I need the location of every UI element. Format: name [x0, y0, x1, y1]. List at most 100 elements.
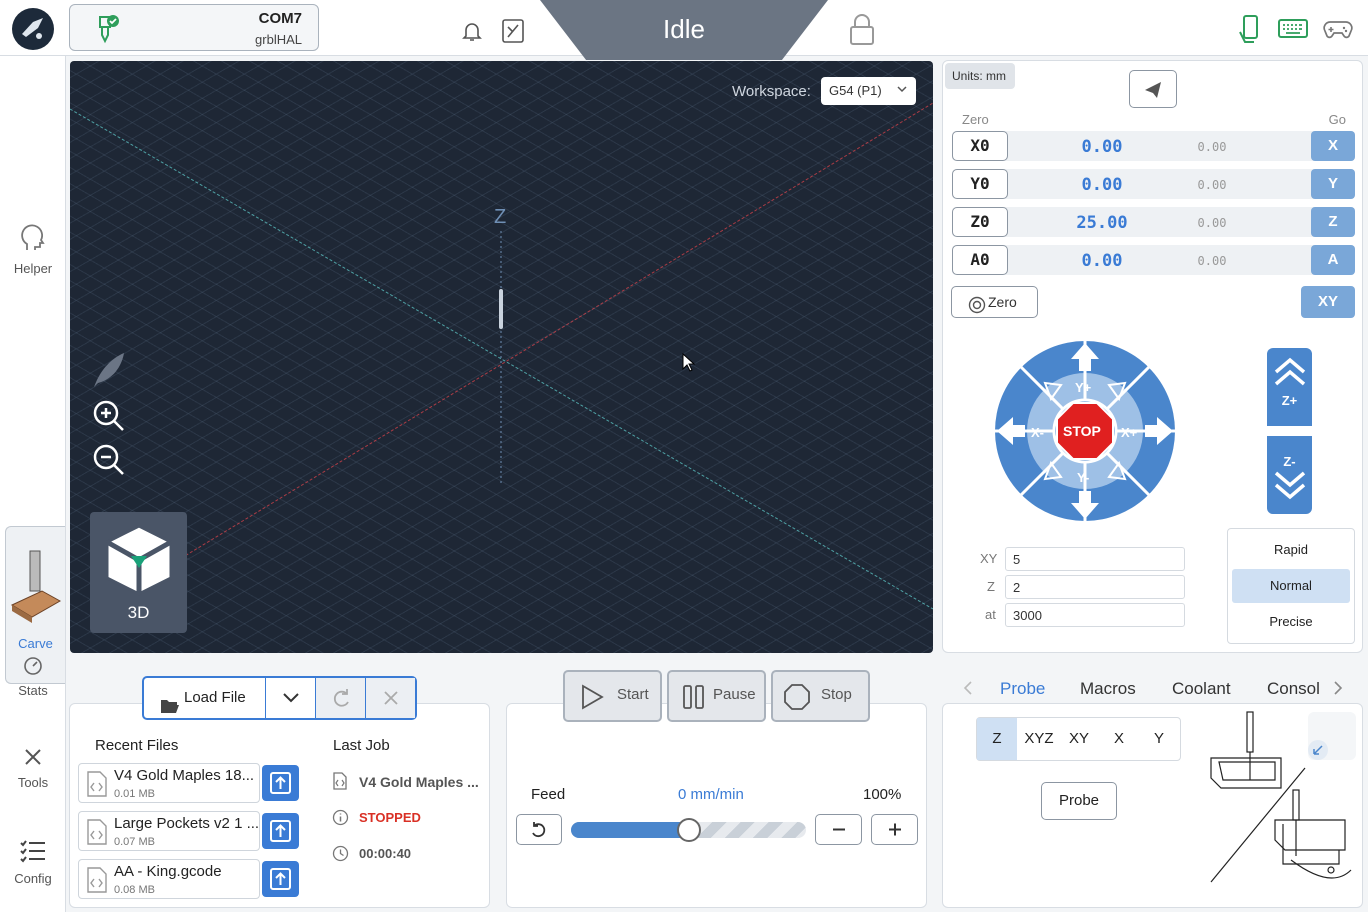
- sidebar-item-stats[interactable]: Stats: [0, 654, 66, 698]
- speed-normal-button[interactable]: Normal: [1232, 569, 1350, 603]
- step-z-input[interactable]: [1005, 575, 1185, 599]
- load-file-button[interactable]: Load File: [144, 678, 266, 718]
- work-position-a[interactable]: 0.00: [1042, 251, 1162, 271]
- step-xy-label: XY: [980, 551, 998, 566]
- upload-icon: [270, 772, 291, 794]
- step-xy-input[interactable]: [1005, 547, 1185, 571]
- list-check-icon: [20, 840, 45, 863]
- folder-open-icon: [160, 690, 180, 730]
- view-3d-button[interactable]: 3D: [90, 512, 187, 633]
- stop-button[interactable]: Stop: [771, 670, 870, 722]
- feed-slider-thumb[interactable]: [676, 818, 701, 842]
- zero-a-button[interactable]: A0: [952, 245, 1008, 275]
- go-xy-button[interactable]: XY: [1301, 286, 1355, 318]
- tabs-scroll-left-icon[interactable]: [962, 680, 974, 701]
- load-recent-file-button[interactable]: [262, 765, 299, 801]
- load-file-dropdown[interactable]: [266, 678, 316, 718]
- step-feed-input[interactable]: [1005, 603, 1185, 627]
- target-icon: [968, 294, 986, 324]
- gamepad-icon[interactable]: [1323, 18, 1353, 45]
- axis-row-y: Y0 0.00 0.00 Y: [952, 169, 1355, 199]
- tabs-scroll-right-icon[interactable]: [1332, 680, 1344, 701]
- jog-z-plus-button[interactable]: Z+: [1267, 348, 1312, 426]
- sidebar-item-label: Carve: [18, 636, 53, 651]
- go-x-button[interactable]: X: [1311, 131, 1355, 161]
- lock-icon[interactable]: [848, 12, 876, 51]
- keyboard-icon[interactable]: [1278, 18, 1308, 45]
- recent-file-2[interactable]: AA - King.gcode 0.08 MB: [78, 859, 260, 899]
- load-recent-file-button[interactable]: [262, 813, 299, 849]
- port-name: COM7: [258, 10, 302, 27]
- go-y-button[interactable]: Y: [1311, 169, 1355, 199]
- octagon-stop-icon: [783, 683, 811, 715]
- go-z-button[interactable]: Z: [1311, 207, 1355, 237]
- tab-macros[interactable]: Macros: [1080, 679, 1136, 699]
- machine-status-text: Idle: [663, 14, 705, 44]
- probe-axis-z[interactable]: Z: [977, 718, 1017, 760]
- go-a-button[interactable]: A: [1311, 245, 1355, 275]
- bell-icon[interactable]: [460, 19, 484, 48]
- feed-decrease-button[interactable]: [815, 814, 862, 845]
- view-3d-label: 3D: [127, 603, 150, 622]
- recent-files-title: Recent Files: [95, 737, 179, 754]
- usb-plug-icon: [92, 13, 122, 50]
- load-recent-file-button[interactable]: [262, 861, 299, 897]
- reset-feed-button[interactable]: [516, 814, 562, 845]
- connection-widget[interactable]: COM7 grblHAL: [69, 4, 319, 51]
- goto-button[interactable]: [1129, 70, 1177, 108]
- feed-slider-fill: [571, 822, 689, 838]
- probe-axis-x[interactable]: X: [1099, 718, 1139, 760]
- head-icon: [21, 224, 45, 250]
- axis-row-a: A0 0.00 0.00 A: [952, 245, 1355, 275]
- dro-panel: Units: mm Zero Go X0 0.00 0.00 X Y0 0.00…: [942, 60, 1363, 653]
- tab-console[interactable]: Consol: [1267, 679, 1320, 699]
- axis-row-x: X0 0.00 0.00 X: [952, 131, 1355, 161]
- zero-z-button[interactable]: Z0: [952, 207, 1008, 237]
- jog-z-minus-button[interactable]: Z-: [1267, 436, 1312, 514]
- machine-position-x: 0.00: [1197, 140, 1227, 154]
- mouse-cursor-icon: [682, 352, 696, 378]
- speed-precise-button[interactable]: Precise: [1232, 605, 1350, 639]
- tab-coolant[interactable]: Coolant: [1172, 679, 1231, 699]
- gcode-visualizer[interactable]: Z Workspace: G54 (P1) 3D: [70, 61, 933, 653]
- workspace-select[interactable]: G54 (P1): [821, 77, 916, 105]
- speed-rapid-button[interactable]: Rapid: [1232, 533, 1350, 567]
- probe-panel: Z XYZ XY X Y Probe: [942, 703, 1363, 908]
- chevron-down-icon: [282, 693, 299, 703]
- zoom-out-icon[interactable]: [92, 443, 126, 482]
- feed-override-slider[interactable]: [571, 818, 806, 842]
- pause-button[interactable]: Pause: [667, 670, 766, 722]
- upload-icon: [270, 820, 291, 842]
- zero-x-button[interactable]: X0: [952, 131, 1008, 161]
- machine-position-a: 0.00: [1197, 254, 1227, 268]
- sidebar-item-helper[interactable]: Helper: [0, 222, 66, 276]
- sidebar-item-tools[interactable]: Tools: [0, 746, 66, 790]
- probe-axis-y[interactable]: Y: [1139, 718, 1179, 760]
- zero-all-button[interactable]: Zero: [951, 286, 1038, 318]
- recent-file-0[interactable]: V4 Gold Maples 18... 0.01 MB: [78, 763, 260, 803]
- feed-increase-button[interactable]: [871, 814, 918, 845]
- load-file-group: Load File: [142, 676, 417, 720]
- zero-y-button[interactable]: Y0: [952, 169, 1008, 199]
- remote-phone-icon[interactable]: [1238, 14, 1264, 49]
- start-button[interactable]: Start: [563, 670, 662, 722]
- last-job-name: V4 Gold Maples ...: [359, 774, 479, 790]
- zoom-in-icon[interactable]: [92, 399, 126, 438]
- probe-button[interactable]: Probe: [1041, 782, 1117, 820]
- close-file-button[interactable]: [366, 678, 415, 718]
- top-header: COM7 grblHAL Idle: [0, 0, 1368, 60]
- jog-stop-button[interactable]: STOP: [1063, 423, 1101, 439]
- recent-file-1[interactable]: Large Pockets v2 1 ... 0.07 MB: [78, 811, 260, 851]
- sidebar-item-config[interactable]: Config: [0, 838, 66, 886]
- feather-icon[interactable]: [90, 351, 126, 396]
- clock-icon: [332, 845, 349, 867]
- probe-axis-xy[interactable]: XY: [1059, 718, 1099, 760]
- work-position-z[interactable]: 25.00: [1042, 213, 1162, 233]
- tools-icon[interactable]: [500, 17, 526, 50]
- probe-axis-xyz[interactable]: XYZ: [1019, 718, 1059, 760]
- tab-probe[interactable]: Probe: [1000, 679, 1045, 699]
- info-icon: [332, 809, 349, 831]
- work-position-y[interactable]: 0.00: [1042, 175, 1162, 195]
- work-position-x[interactable]: 0.00: [1042, 137, 1162, 157]
- reload-file-button[interactable]: [316, 678, 366, 718]
